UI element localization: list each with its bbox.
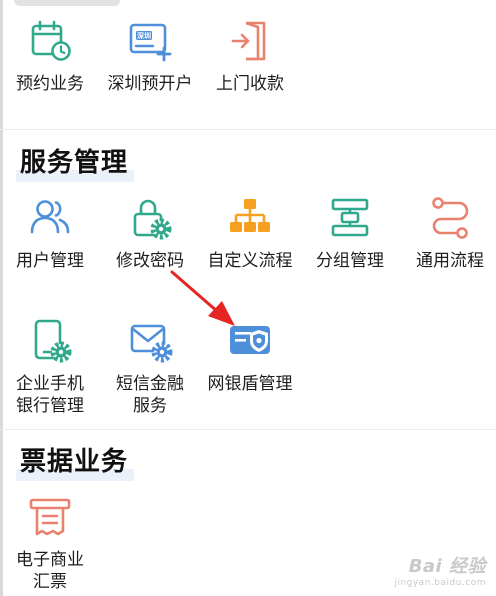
phone-gear-icon — [34, 319, 72, 363]
tile-label-line: 企业手机 — [16, 374, 84, 394]
tile-user-management[interactable]: 用户管理 — [0, 195, 100, 272]
tile-commercial-draft[interactable]: 电子商业 汇票 — [0, 494, 100, 593]
tile-label: 通用流程 — [416, 251, 484, 271]
watermark: Bai 经验 jingyan.baidu.com — [394, 552, 486, 588]
section-divider — [0, 129, 496, 130]
tile-mobile-bank-management[interactable]: 企业手机 银行管理 — [0, 318, 100, 417]
section-title-service: 服务管理 — [16, 142, 134, 182]
card-add-icon: 深圳 — [129, 23, 172, 62]
users-icon — [30, 200, 70, 234]
mail-gear-icon — [130, 324, 173, 363]
lock-gear-icon — [133, 199, 172, 240]
tile-label-line: 汇票 — [33, 572, 67, 592]
tile-shenzhen-account[interactable]: 深圳 深圳预开户 — [100, 18, 200, 95]
tile-label: 电子商业 汇票 — [0, 549, 100, 593]
tile-group-management[interactable]: 分组管理 — [300, 195, 400, 272]
watermark-logo: Bai 经验 — [408, 556, 486, 577]
receipt-icon — [29, 498, 71, 536]
tile-door-collection[interactable]: 上门收款 — [200, 18, 300, 95]
tile-general-flow[interactable]: 通用流程 — [400, 195, 496, 272]
flow-path-icon — [432, 197, 469, 239]
section-title-text: 服务管理 — [20, 148, 129, 178]
annotation-arrow — [170, 270, 235, 326]
section-title-text: 票据业务 — [20, 447, 129, 477]
tile-appointment[interactable]: 预约业务 — [0, 18, 100, 95]
tile-label: 网银盾管理 — [207, 374, 293, 394]
tile-label-line: 银行管理 — [16, 396, 84, 416]
tile-label-line: 电子商业 — [16, 550, 84, 570]
tile-label: 分组管理 — [316, 251, 384, 271]
card-text: 深圳 — [137, 31, 151, 40]
section-divider — [0, 429, 496, 430]
tile-label: 企业手机 银行管理 — [0, 373, 100, 417]
section-title-bills: 票据业务 — [16, 441, 134, 481]
frame-top-tab — [14, 0, 120, 6]
tile-custom-flow[interactable]: 自定义流程 — [200, 195, 300, 272]
door-enter-icon — [231, 21, 266, 61]
group-blocks-icon — [331, 198, 369, 237]
tile-label: 上门收款 — [216, 74, 284, 94]
tile-label: 用户管理 — [16, 251, 84, 271]
tile-label-line: 短信金融 — [116, 374, 184, 394]
tile-change-password[interactable]: 修改密码 — [100, 195, 200, 272]
watermark-url: jingyan.baidu.com — [394, 578, 486, 588]
tile-label: 预约业务 — [16, 74, 84, 94]
tile-label: 短信金融 服务 — [100, 373, 200, 417]
tile-label: 深圳预开户 — [107, 74, 193, 94]
calendar-clock-icon — [31, 20, 71, 61]
org-chart-icon — [230, 199, 270, 232]
tile-label-line: 服务 — [133, 396, 167, 416]
tile-sms-finance[interactable]: 短信金融 服务 — [100, 318, 200, 417]
